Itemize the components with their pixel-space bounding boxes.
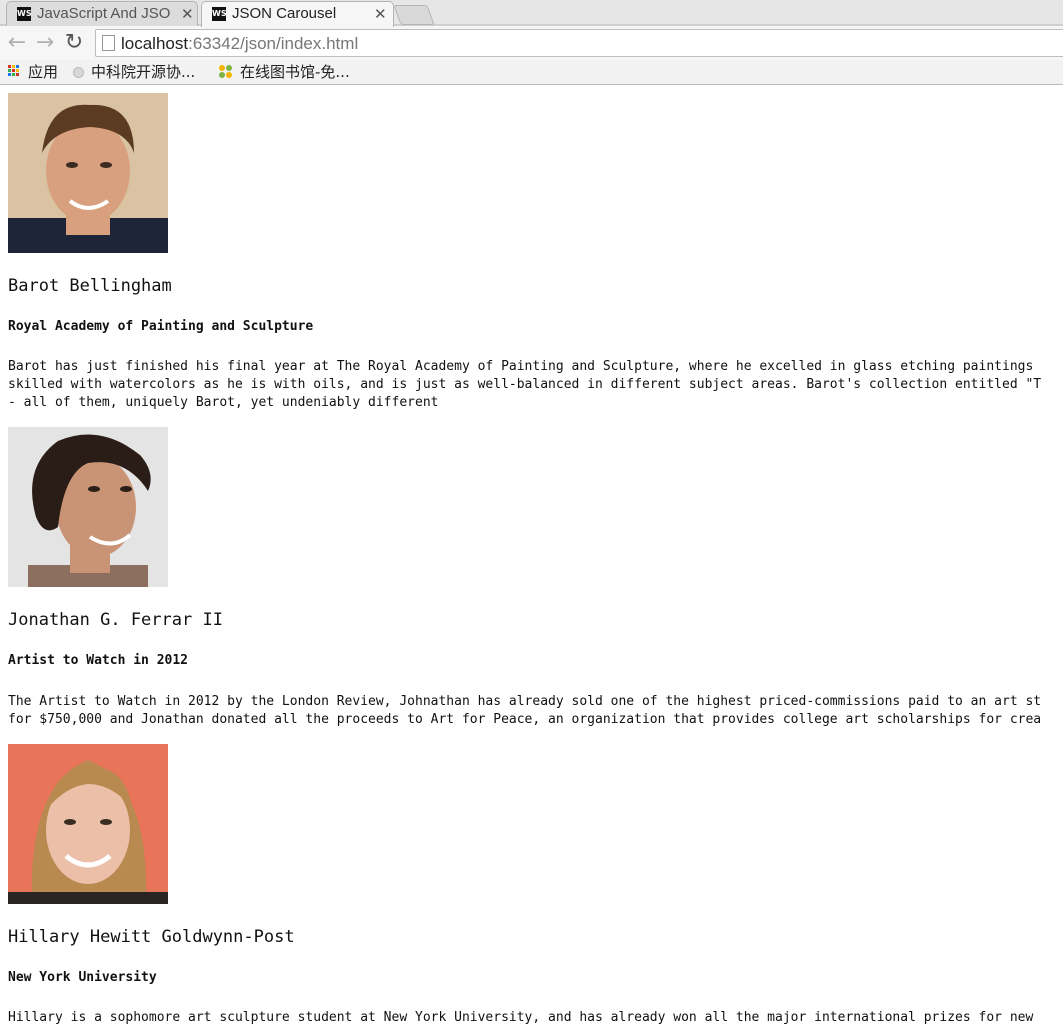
person-photo xyxy=(8,427,168,587)
person-reknown: Artist to Watch in 2012 xyxy=(8,653,189,668)
bookmark-online-library[interactable]: 在线图书馆-免... xyxy=(240,62,350,82)
page-icon xyxy=(102,35,115,51)
webstorm-favicon-icon: WS xyxy=(17,7,32,21)
bookmarks-bar: 应用 中科院开源协... 在线图书馆-免... xyxy=(0,60,1063,84)
person-bio: Barot has just finished his final year a… xyxy=(8,358,1063,412)
bookmark-apps[interactable]: 应用 xyxy=(28,62,58,82)
reload-icon[interactable]: ↻ xyxy=(62,31,86,55)
person-photo xyxy=(8,744,168,904)
person-reknown: Royal Academy of Painting and Sculpture xyxy=(8,319,314,334)
apps-grid-icon xyxy=(8,65,20,77)
tab-json-carousel[interactable]: WS JSON Carousel ✕ xyxy=(201,1,394,27)
browser-chrome: WS JavaScript And JSO ✕ WS JSON Carousel… xyxy=(0,0,1063,85)
tab-title: JSON Carousel xyxy=(232,5,337,22)
portrait-image xyxy=(8,744,168,904)
navigation-toolbar: ← → ↻ localhost:63342/json/index.html xyxy=(0,26,1063,60)
bio-line: The Artist to Watch in 2012 by the Londo… xyxy=(8,694,1042,709)
globe-dot-icon xyxy=(73,67,84,78)
bio-line: Barot has just finished his final year a… xyxy=(8,359,1034,374)
bio-line: Hillary is a sophomore art sculpture stu… xyxy=(8,1010,1034,1025)
person-bio: The Artist to Watch in 2012 by the Londo… xyxy=(8,693,1063,729)
person-reknown: New York University xyxy=(8,970,157,985)
person-name: Jonathan G. Ferrar II xyxy=(8,610,223,630)
address-text: localhost:63342/json/index.html xyxy=(121,34,359,53)
person-name: Barot Bellingham xyxy=(8,276,172,296)
back-arrow-icon[interactable]: ← xyxy=(5,31,29,55)
address-bar[interactable]: localhost:63342/json/index.html xyxy=(95,29,1063,57)
tab-close-icon[interactable]: ✕ xyxy=(374,5,387,23)
bio-line: - all of them, uniquely Barot, yet unden… xyxy=(8,395,439,410)
new-tab-button[interactable] xyxy=(393,5,435,25)
forward-arrow-icon[interactable]: → xyxy=(33,31,57,55)
webstorm-favicon-icon: WS xyxy=(212,7,227,21)
tab-javascript-and-json[interactable]: WS JavaScript And JSO ✕ xyxy=(6,1,198,26)
person-bio: Hillary is a sophomore art sculpture stu… xyxy=(8,1009,1063,1027)
person-name: Hillary Hewitt Goldwynn-Post xyxy=(8,927,295,947)
bio-line: skilled with watercolors as he is with o… xyxy=(8,377,1042,392)
bio-line: for $750,000 and Jonathan donated all th… xyxy=(8,712,1042,727)
tab-close-icon[interactable]: ✕ xyxy=(181,5,194,23)
person-photo xyxy=(8,93,168,253)
clover-icon xyxy=(219,65,233,79)
bookmark-cas-opensource[interactable]: 中科院开源协... xyxy=(91,62,195,82)
tab-strip: WS JavaScript And JSO ✕ WS JSON Carousel… xyxy=(0,0,1063,27)
portrait-image xyxy=(8,427,168,587)
portrait-image xyxy=(8,93,168,253)
tab-title: JavaScript And JSO xyxy=(37,5,171,22)
